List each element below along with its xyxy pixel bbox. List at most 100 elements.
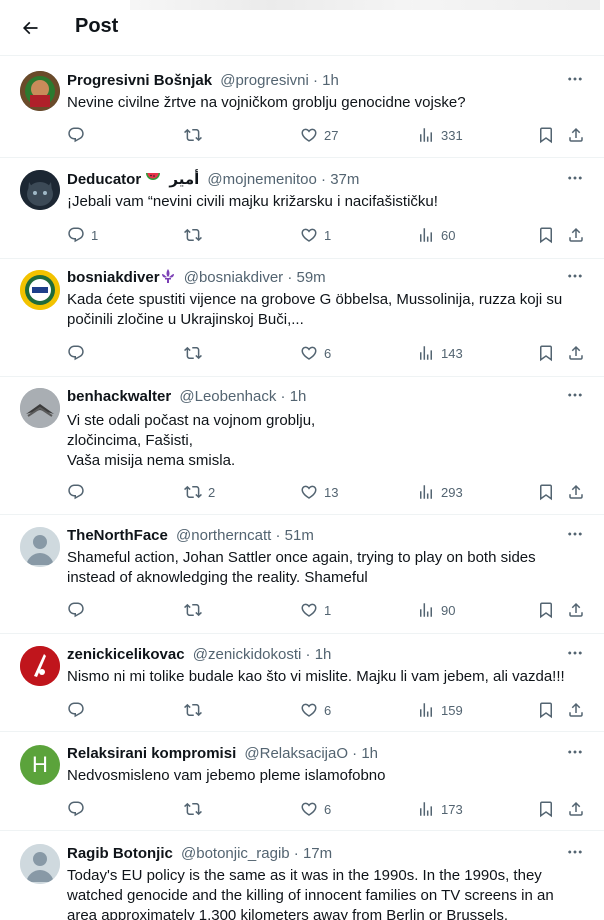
more-options-button[interactable] <box>565 268 585 288</box>
reply-button[interactable]: 1 <box>67 225 98 245</box>
share-button[interactable] <box>567 225 585 245</box>
like-button[interactable]: 6 <box>300 700 331 720</box>
avatar[interactable] <box>20 646 60 686</box>
tweet-meta: Ragib Botonjic @botonjic_ragib · 17m <box>67 844 332 864</box>
avatar[interactable] <box>20 71 60 111</box>
repost-button[interactable] <box>184 343 208 363</box>
avatar[interactable] <box>20 270 60 310</box>
author-handle[interactable]: @zenickidokosti <box>189 646 302 663</box>
share-button[interactable] <box>567 600 585 620</box>
more-options-button[interactable] <box>565 645 585 665</box>
like-button[interactable]: 6 <box>300 799 331 819</box>
views-button[interactable]: 60 <box>417 225 455 245</box>
author-name[interactable]: benhackwalter <box>67 388 171 405</box>
timestamp[interactable]: 1h <box>315 646 332 663</box>
repost-icon <box>184 126 202 144</box>
like-button[interactable]: 27 <box>300 125 338 145</box>
author-handle[interactable]: @northerncatt <box>172 527 271 544</box>
more-options-button[interactable] <box>565 170 585 190</box>
bookmark-button[interactable] <box>537 482 555 502</box>
reply-tweet: bosniakdiver @bosniakdiver · 59m Kada ćet… <box>0 259 604 377</box>
share-icon <box>567 226 585 244</box>
repost-button[interactable] <box>184 600 208 620</box>
share-icon <box>567 126 585 144</box>
timestamp[interactable]: 37m <box>330 171 359 188</box>
author-handle[interactable]: @bosniakdiver <box>180 269 283 286</box>
share-button[interactable] <box>567 799 585 819</box>
more-options-button[interactable] <box>565 844 585 864</box>
avatar[interactable]: H <box>20 745 60 785</box>
bookmark-button[interactable] <box>537 343 555 363</box>
reply-tweet: TheNorthFace @northerncatt · 51m Shameful… <box>0 515 604 634</box>
author-handle[interactable]: @RelaksacijaO <box>240 745 348 762</box>
views-button[interactable]: 173 <box>417 799 463 819</box>
heart-icon <box>300 126 318 144</box>
bookmark-button[interactable] <box>537 225 555 245</box>
views-button[interactable]: 143 <box>417 343 463 363</box>
views-button[interactable]: 159 <box>417 700 463 720</box>
bookmark-button[interactable] <box>537 600 555 620</box>
author-handle[interactable]: @mojnemenitoo <box>203 171 316 188</box>
share-button[interactable] <box>567 482 585 502</box>
timestamp[interactable]: 59m <box>297 269 326 286</box>
author-name[interactable]: bosniakdiver <box>67 269 160 286</box>
more-options-button[interactable] <box>565 744 585 764</box>
timestamp[interactable]: 1h <box>290 388 307 405</box>
share-button[interactable] <box>567 700 585 720</box>
more-options-button[interactable] <box>565 526 585 546</box>
reply-button[interactable] <box>67 700 91 720</box>
views-button[interactable]: 90 <box>417 600 455 620</box>
like-button[interactable]: 1 <box>300 600 331 620</box>
share-button[interactable] <box>567 343 585 363</box>
reply-button[interactable] <box>67 125 91 145</box>
share-button[interactable] <box>567 125 585 145</box>
more-options-button[interactable] <box>565 71 585 91</box>
avatar[interactable] <box>20 527 60 567</box>
author-name[interactable]: TheNorthFace <box>67 527 168 544</box>
reply-button[interactable] <box>67 343 91 363</box>
like-button[interactable]: 6 <box>300 343 331 363</box>
views-button[interactable]: 293 <box>417 482 463 502</box>
avatar[interactable] <box>20 388 60 428</box>
timestamp[interactable]: 1h <box>322 72 339 89</box>
views-button[interactable]: 331 <box>417 125 463 145</box>
avatar[interactable] <box>20 844 60 884</box>
author-name[interactable]: Ragib Botonjic <box>67 845 173 862</box>
like-button[interactable]: 13 <box>300 482 338 502</box>
repost-button[interactable] <box>184 799 208 819</box>
author-name[interactable]: Relaksirani kompromisi <box>67 745 236 762</box>
more-options-button[interactable] <box>565 387 585 407</box>
repost-button[interactable]: 2 <box>184 482 215 502</box>
watermelon-icon <box>145 171 161 185</box>
bookmark-button[interactable] <box>537 700 555 720</box>
page-title: Post <box>75 15 119 37</box>
like-count: 6 <box>324 702 332 718</box>
back-button[interactable] <box>14 12 46 44</box>
post-header: Post <box>0 0 604 56</box>
reply-button[interactable] <box>67 799 91 819</box>
avatar[interactable] <box>20 170 60 210</box>
timestamp[interactable]: 1h <box>361 745 378 762</box>
repost-button[interactable] <box>184 700 208 720</box>
timestamp[interactable]: 17m <box>303 845 332 862</box>
tweet-text: ¡Jebali vam “nevini civili majku križars… <box>67 193 438 210</box>
reply-icon <box>67 800 85 818</box>
bookmark-button[interactable] <box>537 125 555 145</box>
author-name[interactable]: Progresivni Bošnjak <box>67 72 212 89</box>
author-name[interactable]: Deducator <box>67 171 141 188</box>
share-icon <box>567 701 585 719</box>
bookmark-icon <box>537 601 555 619</box>
author-handle[interactable]: @botonjic_ragib <box>177 845 290 862</box>
reply-button[interactable] <box>67 600 91 620</box>
reply-button[interactable] <box>67 482 91 502</box>
repost-button[interactable] <box>184 125 208 145</box>
bookmark-icon <box>537 800 555 818</box>
author-name[interactable]: zenickicelikovac <box>67 646 185 663</box>
views-count: 143 <box>441 345 463 361</box>
bookmark-button[interactable] <box>537 799 555 819</box>
timestamp[interactable]: 51m <box>285 527 314 544</box>
like-button[interactable]: 1 <box>300 225 331 245</box>
author-handle[interactable]: @Leobenhack <box>175 388 276 405</box>
repost-button[interactable] <box>184 225 208 245</box>
author-handle[interactable]: @progresivni <box>216 72 309 89</box>
